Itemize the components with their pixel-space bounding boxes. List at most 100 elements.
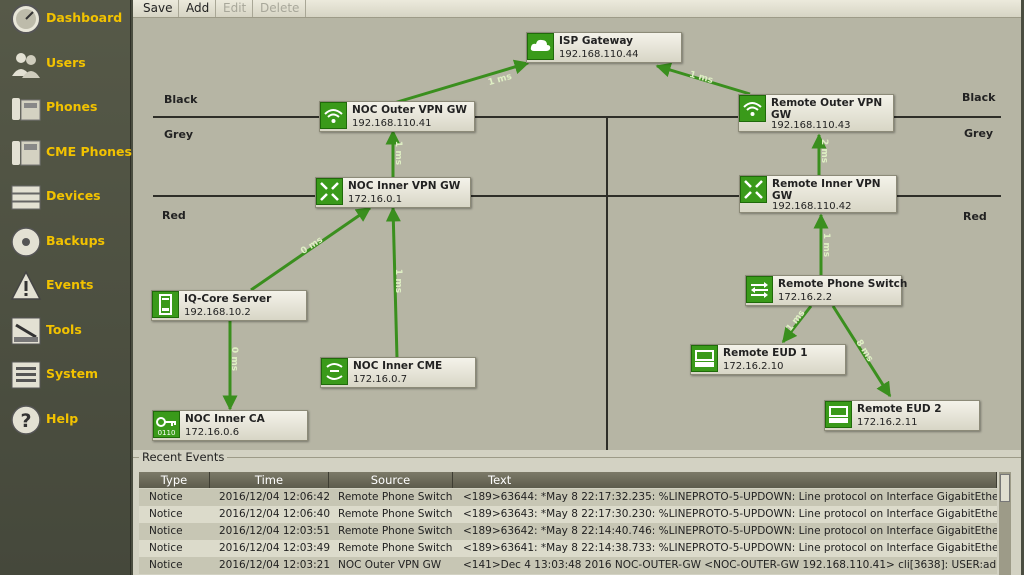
node-name: Remote EUD 2 — [857, 403, 942, 415]
node-noc-inner-ca[interactable]: 0110 NOC Inner CA 172.16.0.6 — [152, 410, 308, 441]
wireless-icon — [320, 102, 347, 129]
zone-label-red-right: Red — [963, 210, 987, 223]
node-name: Remote Inner VPN GW — [772, 178, 881, 202]
node-noc-outer-vpn-gw[interactable]: NOC Outer VPN GW 192.168.110.41 — [319, 101, 475, 132]
scrollbar-thumb[interactable] — [1000, 474, 1010, 502]
node-ip: 172.16.2.10 — [723, 361, 784, 372]
link-label: 0 ms — [229, 346, 240, 372]
cell-time: 2016/12/04 12:03:49 — [219, 542, 331, 554]
sidebar-item-system[interactable]: System — [0, 356, 130, 396]
node-iq-core-server[interactable]: IQ-Core Server 192.168.10.2 — [151, 290, 307, 321]
sidebar-item-users[interactable]: Users — [0, 45, 130, 85]
cell-text: <189>63644: *May 8 22:17:32.235: %LINEPR… — [463, 491, 997, 503]
recent-events-title: Recent Events — [139, 450, 228, 464]
sidebar-item-label: Help — [46, 411, 79, 426]
node-remote-inner-vpn-gw[interactable]: Remote Inner VPN GW 192.168.110.42 — [739, 175, 897, 213]
node-name: NOC Inner CA — [185, 413, 265, 425]
column-header-source[interactable]: Source — [329, 472, 453, 488]
node-remote-eud-2[interactable]: Remote EUD 2 172.16.2.11 — [824, 400, 980, 431]
sidebar-item-label: Tools — [46, 322, 82, 337]
cell-type: Notice — [149, 559, 183, 571]
devices-icon — [11, 185, 41, 210]
cell-time: 2016/12/04 12:03:51 — [219, 525, 331, 537]
cme-phone-icon — [12, 140, 41, 166]
link-label: 2 ms — [819, 138, 830, 164]
main-panel: Save Add Edit Delete Black Grey Red Blac… — [133, 0, 1021, 575]
node-ip: 192.168.110.42 — [772, 201, 852, 212]
sidebar-item-help[interactable]: ? Help — [0, 401, 130, 441]
cloud-icon — [527, 33, 554, 60]
save-button[interactable]: Save — [137, 0, 180, 17]
node-name: NOC Outer VPN GW — [352, 104, 467, 116]
zone-label-red-left: Red — [162, 209, 186, 222]
node-name: Remote EUD 1 — [723, 347, 808, 359]
sidebar-item-label: Devices — [46, 188, 101, 203]
sidebar-item-backups[interactable]: Backups — [0, 223, 130, 263]
column-header-time[interactable]: Time — [210, 472, 329, 488]
node-ip: 172.16.0.7 — [353, 374, 408, 385]
node-ip: 192.168.10.2 — [184, 307, 251, 318]
node-ip: 172.16.2.2 — [778, 292, 833, 303]
delete-button[interactable]: Delete — [254, 0, 307, 17]
zone-label-black-right: Black — [962, 91, 996, 104]
node-ip: 192.168.110.43 — [771, 120, 851, 131]
sidebar-item-cme-phones[interactable]: CME Phones — [0, 134, 132, 174]
warning-icon — [10, 270, 42, 300]
svg-text:?: ? — [20, 410, 31, 432]
key-icon: 0110 — [153, 411, 180, 438]
node-name: Remote Phone Switch — [778, 278, 908, 290]
add-button[interactable]: Add — [180, 0, 217, 17]
cell-type: Notice — [149, 491, 183, 503]
sidebar-item-devices[interactable]: Devices — [0, 178, 130, 218]
table-row[interactable]: Notice 2016/12/04 12:03:51 Remote Phone … — [139, 523, 997, 540]
zone-label-black-left: Black — [164, 93, 198, 106]
node-remote-phone-switch[interactable]: Remote Phone Switch 172.16.2.2 — [745, 275, 907, 306]
table-row[interactable]: Notice 2016/12/04 12:06:40 Remote Phone … — [139, 506, 997, 523]
cme-router-icon — [321, 358, 348, 385]
svg-text:0110: 0110 — [158, 429, 176, 437]
table-row[interactable]: Notice 2016/12/04 12:06:42 Remote Phone … — [139, 489, 997, 506]
link-label: 1 ms — [821, 232, 832, 258]
zone-label-grey-left: Grey — [164, 128, 194, 141]
column-header-text[interactable]: Text — [453, 472, 997, 488]
events-scrollbar[interactable] — [999, 472, 1011, 575]
cell-text: <141>Dec 4 13:03:48 2016 NOC-OUTER-GW <N… — [463, 559, 997, 571]
cell-time: 2016/12/04 12:06:42 — [219, 491, 331, 503]
node-ip: 192.168.110.41 — [352, 118, 432, 129]
sidebar-item-events[interactable]: Events — [0, 267, 130, 307]
sidebar-item-label: Phones — [46, 99, 98, 114]
node-ip: 192.168.110.44 — [559, 49, 639, 60]
cell-source: NOC Outer VPN GW — [338, 559, 442, 571]
table-row[interactable]: Notice 2016/12/04 12:03:49 Remote Phone … — [139, 540, 997, 557]
node-ip: 172.16.2.11 — [857, 417, 918, 428]
switch-icon — [746, 276, 773, 303]
help-icon: ? — [11, 405, 41, 435]
table-row[interactable]: Notice 2016/12/04 12:03:21 NOC Outer VPN… — [139, 557, 997, 574]
recent-events-panel: Recent Events Type Time Source Text Noti… — [133, 450, 1021, 575]
sidebar: Dashboard Users Phones CME Phones Device… — [0, 0, 132, 575]
sidebar-item-dashboard[interactable]: Dashboard — [0, 0, 130, 40]
edit-button[interactable]: Edit — [217, 0, 254, 17]
node-remote-outer-vpn-gw[interactable]: Remote Outer VPN GW 192.168.110.43 — [738, 94, 894, 132]
section-divider — [133, 457, 1021, 458]
cell-text: <189>63642: *May 8 22:14:40.746: %LINEPR… — [463, 525, 997, 537]
link-noc-outer-isp — [393, 59, 530, 105]
node-isp-gateway[interactable]: ISP Gateway 192.168.110.44 — [526, 32, 682, 63]
node-name: ISP Gateway — [559, 35, 633, 47]
events-table[interactable]: Type Time Source Text Notice 2016/12/04 … — [139, 472, 1011, 575]
router-icon — [740, 176, 767, 203]
cell-type: Notice — [149, 542, 183, 554]
cell-time: 2016/12/04 12:06:40 — [219, 508, 331, 520]
network-map-canvas[interactable]: Black Grey Red Black Grey Red 1 ms 1 ms … — [133, 18, 1021, 450]
node-name: NOC Inner CME — [353, 360, 443, 372]
cell-type: Notice — [149, 525, 183, 537]
column-header-type[interactable]: Type — [139, 472, 210, 488]
node-noc-inner-vpn-gw[interactable]: NOC Inner VPN GW 172.16.0.1 — [315, 177, 471, 208]
node-remote-eud-1[interactable]: Remote EUD 1 172.16.2.10 — [690, 344, 846, 375]
node-noc-inner-cme[interactable]: NOC Inner CME 172.16.0.7 — [320, 357, 476, 388]
sidebar-item-phones[interactable]: Phones — [0, 89, 130, 129]
sidebar-item-label: Users — [46, 55, 86, 70]
node-name: IQ-Core Server — [184, 293, 272, 305]
server-icon — [152, 291, 179, 318]
sidebar-item-tools[interactable]: Tools — [0, 312, 130, 352]
